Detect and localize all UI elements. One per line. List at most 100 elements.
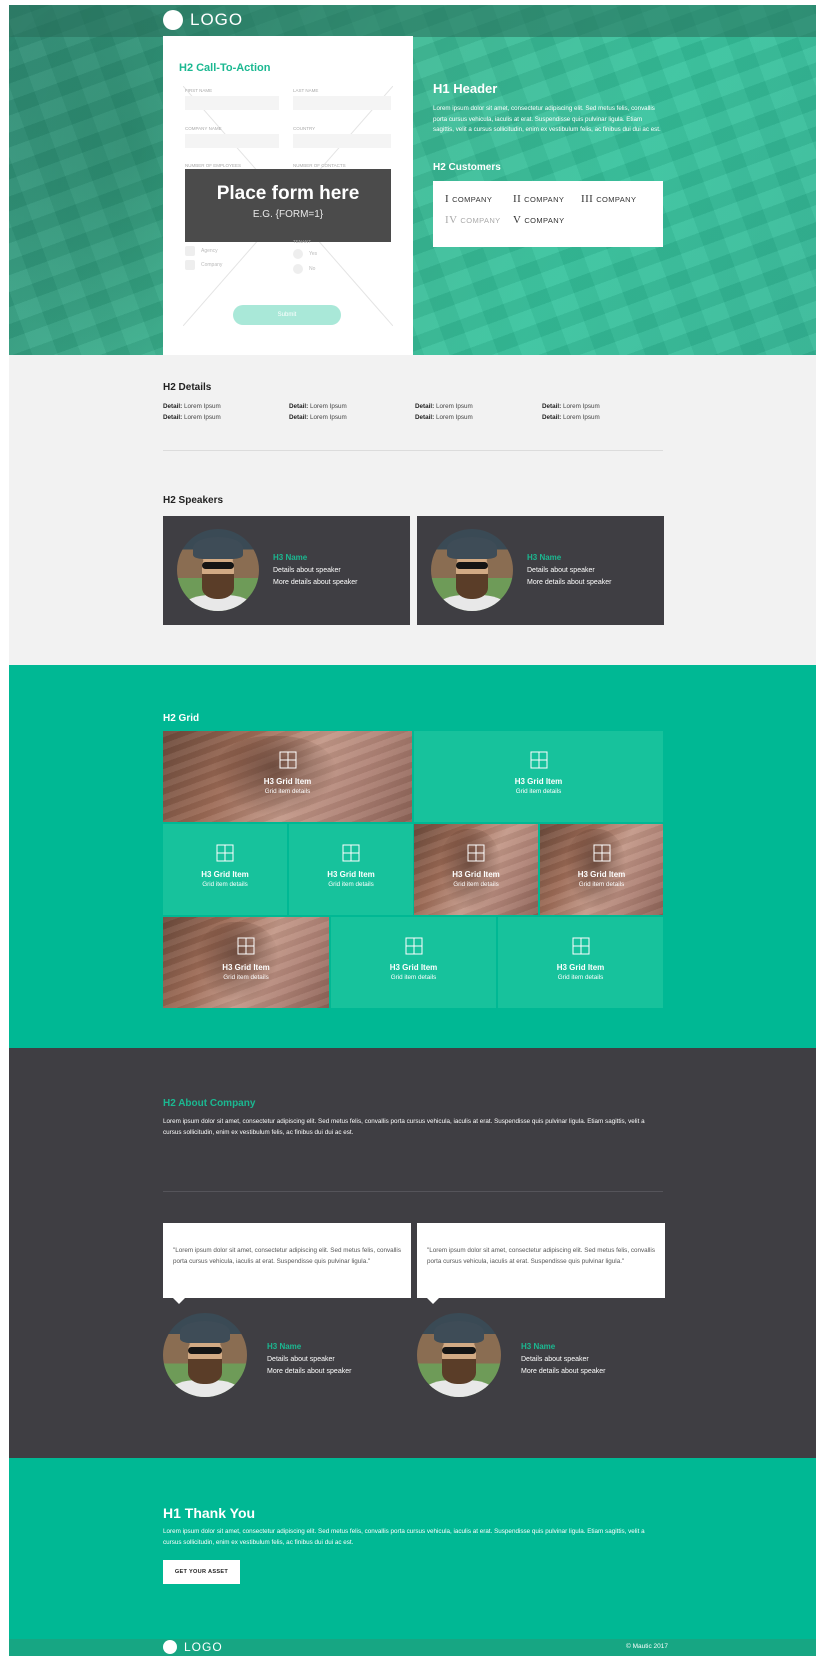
grid-item-title: H3 Grid Item [514,777,563,786]
header-logo[interactable]: LOGO [163,10,243,30]
speaker-card: H3 Name Details about speaker More detai… [163,516,410,625]
logo-text: LOGO [190,10,244,29]
about-description: Lorem ipsum dolor sit amet, consectetur … [163,1118,645,1136]
testimonial-quote: "Lorem ipsum dolor sit amet, consectetur… [163,1223,411,1304]
placeholder-subtitle: E.G. {FORM=1} [252,209,324,220]
first-name-field[interactable] [185,96,279,110]
grid-item-details: Grid item details [202,881,248,888]
grid-item[interactable]: H3 Grid Item Grid item details [289,824,413,915]
field-label-tenant: TENANT [293,239,311,244]
company-name-field[interactable] [185,134,279,148]
grid-item[interactable]: H3 Grid Item Grid item details [163,824,287,915]
company-logo-5: V COMPANY [513,214,565,226]
testimonial-quote: "Lorem ipsum dolor sit amet, consectetur… [417,1223,665,1304]
company-name: COMPANY [452,194,493,204]
radio-yes[interactable] [293,249,303,259]
about-title: H2 About Company [163,1098,256,1109]
hero-section: LOGO H2 Call-To-Action FIRST NAME LAST N… [9,5,816,355]
testimonial-details: Details about speaker [521,1356,589,1363]
grid-item[interactable]: H3 Grid Item Grid item details [498,917,663,1008]
grid-item-details: Grid item details [328,881,374,888]
details-title: H2 Details [163,382,212,393]
testimonial-more-details: More details about speaker [267,1368,352,1375]
avatar [417,1313,501,1397]
thank-you-description: Lorem ipsum dolor sit amet, consectetur … [163,1528,645,1546]
grid-window-icon [467,844,485,862]
checkbox-agency[interactable] [185,246,195,256]
speaker-more-details: More details about speaker [273,579,358,586]
grid-item-details: Grid item details [264,788,311,795]
logo-circle-icon [163,1640,177,1654]
quote-text: "Lorem ipsum dolor sit amet, consectetur… [173,1247,401,1265]
grid-window-icon [237,937,255,955]
detail-item: Detail: Lorem Ipsum [163,414,221,421]
company-numeral: V [513,214,522,226]
grid-item-title: H3 Grid Item [452,870,500,879]
speaker-name: H3 Name [527,553,562,562]
testimonial-details: Details about speaker [267,1356,335,1363]
field-label-company-name: COMPANY NAME [185,126,222,131]
company-logo-1: I COMPANY [445,193,492,205]
hero-description: Lorem ipsum dolor sit amet, consectetur … [433,105,661,133]
detail-item: Detail: Lorem Ipsum [289,403,347,410]
grid-item-details: Grid item details [223,974,269,981]
avatar [177,529,259,611]
get-asset-button[interactable]: GET YOUR ASSET [163,1560,240,1584]
grid-item[interactable]: H3 Grid Item Grid item details [540,824,663,915]
option-label-agency: Agency [201,248,218,254]
submit-button[interactable]: Submit [233,305,341,325]
company-numeral: II [513,193,522,205]
page-title: H1 Header [433,81,498,96]
footer: LOGO © Mautic 2017 [9,1639,816,1656]
company-name: COMPANY [524,215,565,225]
top-bar [9,5,816,37]
grid-item-details: Grid item details [515,788,562,795]
grid-item-title: H3 Grid Item [389,963,438,972]
quote-text: "Lorem ipsum dolor sit amet, consectetur… [427,1247,655,1265]
speaker-details: Details about speaker [527,567,595,574]
detail-item: Detail: Lorem Ipsum [415,403,473,410]
option-label-company: Company [201,262,223,268]
detail-item: Detail: Lorem Ipsum [415,414,473,421]
grid-item-details: Grid item details [578,881,625,888]
checkbox-company[interactable] [185,260,195,270]
grid-item-details: Grid item details [557,974,604,981]
customers-title: H2 Customers [433,162,501,173]
grid-item-title: H3 Grid Item [577,870,626,879]
grid-window-icon [342,844,360,862]
grid-item[interactable]: H3 Grid Item Grid item details [331,917,496,1008]
field-label-last-name: LAST NAME [293,88,319,93]
quote-tail [173,1298,185,1304]
grid-item-title: H3 Grid Item [201,870,249,879]
form-card: H2 Call-To-Action FIRST NAME LAST NAME C… [163,36,413,355]
grid-window-icon [593,844,610,862]
field-label-contacts: NUMBER OF CONTACTS [293,163,346,168]
avatar [431,529,513,611]
copyright-text: © Mautic 2017 [625,1643,668,1650]
footer-logo[interactable]: LOGO [163,1640,223,1654]
detail-item: Detail: Lorem Ipsum [542,403,600,410]
grid-window-icon [405,937,422,955]
grid-item-title: H3 Grid Item [556,963,605,972]
company-logo-2: II COMPANY [513,193,564,205]
speaker-name: H3 Name [273,553,308,562]
grid-item-details: Grid item details [453,881,499,888]
option-label-yes: Yes [309,251,318,257]
grid-item[interactable]: H3 Grid Item Grid item details [414,731,663,822]
last-name-field[interactable] [293,96,391,110]
detail-item: Detail: Lorem Ipsum [542,414,600,421]
radio-no[interactable] [293,264,303,274]
grid-item[interactable]: H3 Grid Item Grid item details [163,917,329,1008]
grid-title: H2 Grid [163,713,200,724]
grid-item-details: Grid item details [390,974,437,981]
country-field[interactable] [293,134,391,148]
customers-logos: I COMPANY II COMPANY III COMPANY IV COMP… [433,181,663,247]
testimonial-more-details: More details about speaker [521,1368,606,1375]
grid-item[interactable]: H3 Grid Item Grid item details [163,731,412,822]
grid-item[interactable]: H3 Grid Item Grid item details [414,824,538,915]
company-numeral: IV [445,214,458,226]
speaker-details: Details about speaker [273,567,341,574]
option-label-no: No [309,266,316,272]
detail-item: Detail: Lorem Ipsum [289,414,347,421]
quote-tail [427,1298,439,1304]
